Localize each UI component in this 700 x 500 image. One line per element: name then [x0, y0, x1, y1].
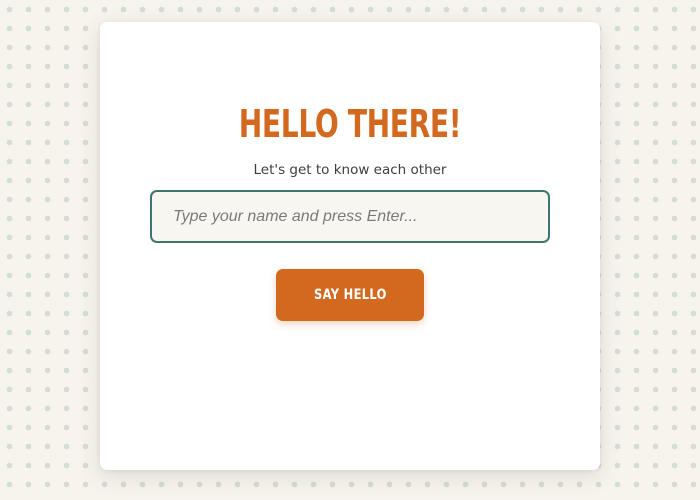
subtitle: Let's get to know each other: [253, 162, 447, 178]
say-hello-button[interactable]: SAY HELLO: [276, 269, 424, 321]
greeting-card: HELLO THERE! Let's get to know each othe…: [100, 22, 600, 470]
say-hello-button-label: SAY HELLO: [313, 287, 387, 303]
name-input[interactable]: [150, 190, 550, 243]
page-title: HELLO THERE!: [238, 102, 462, 146]
